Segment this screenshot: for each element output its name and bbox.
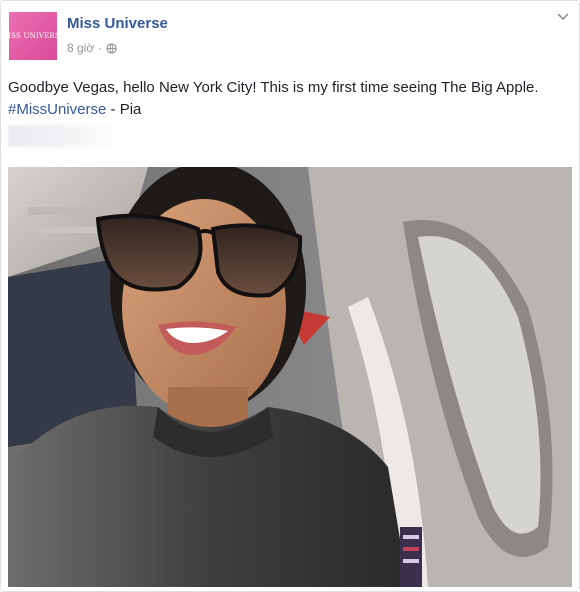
avatar-logo-text: MISS UNIVERSE	[0, 32, 66, 40]
hashtag-link[interactable]: #MissUniverse	[8, 101, 106, 118]
caption-signature: - Pia	[106, 101, 142, 118]
post-photo[interactable]	[8, 167, 572, 587]
post-card: MISS UNIVERSE Miss Universe 8 giờ · Good…	[0, 0, 580, 592]
page-avatar[interactable]: MISS UNIVERSE	[1, 12, 65, 60]
post-caption: Goodbye Vegas, hello New York City! This…	[8, 77, 568, 121]
photo-illustration	[8, 167, 572, 587]
meta-separator: ·	[98, 41, 103, 55]
caption-text: Goodbye Vegas, hello New York City! This…	[8, 79, 539, 96]
globe-icon[interactable]	[106, 42, 117, 54]
post-meta: 8 giờ ·	[67, 41, 117, 55]
blurred-text	[8, 125, 118, 147]
post-timestamp[interactable]: 8 giờ	[67, 41, 94, 55]
page-name-link[interactable]: Miss Universe	[67, 15, 168, 32]
chevron-down-icon[interactable]	[557, 13, 569, 21]
